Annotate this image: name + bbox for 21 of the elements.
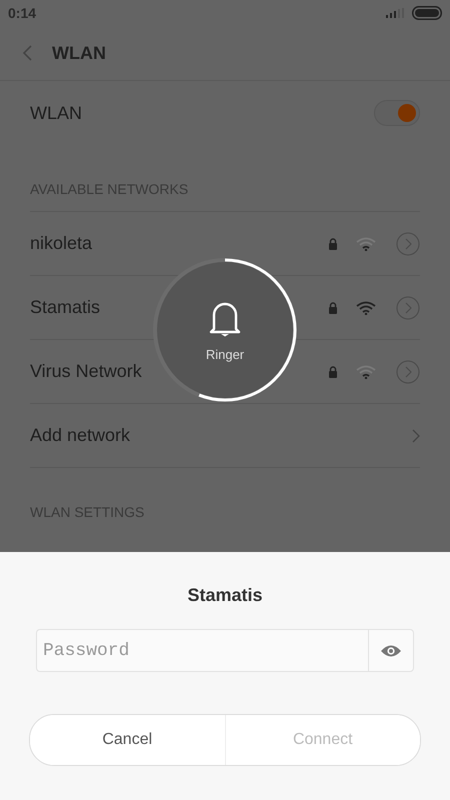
wlan-label: WLAN <box>30 102 82 124</box>
back-icon[interactable] <box>22 45 32 61</box>
clock: 0:14 <box>8 5 36 21</box>
network-name: Virus Network <box>30 361 142 382</box>
add-network-label: Add network <box>30 425 130 446</box>
network-name: nikoleta <box>30 233 92 254</box>
signal-icon <box>386 8 404 18</box>
show-password-button[interactable] <box>368 629 414 672</box>
page-title: WLAN <box>52 42 106 64</box>
details-icon[interactable] <box>396 232 420 256</box>
ringer-label: Ringer <box>206 346 244 362</box>
battery-icon <box>412 6 442 20</box>
network-name: Stamatis <box>30 297 100 318</box>
chevron-icon <box>412 428 420 442</box>
wlan-toggle[interactable] <box>374 100 420 126</box>
details-icon[interactable] <box>396 296 420 320</box>
dialog-title: Stamatis <box>187 585 263 606</box>
eye-icon <box>380 644 402 658</box>
add-network-item[interactable]: Add network <box>30 404 420 468</box>
password-field[interactable]: Password <box>36 629 368 672</box>
details-icon[interactable] <box>396 360 420 384</box>
